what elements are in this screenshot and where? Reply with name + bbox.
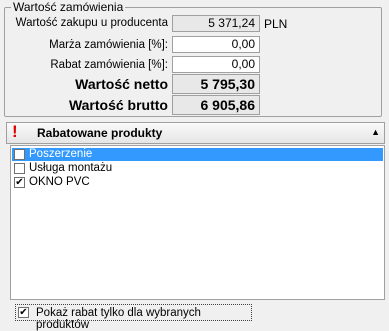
order-value-group-title: Wartość zamówienia: [11, 0, 126, 14]
discounted-products-list[interactable]: Poszerzenie Usługa montażu ✔ OKNO PVC: [10, 145, 385, 300]
purchase-value-field: 5 371,24: [172, 15, 260, 32]
discounted-products-title: Rabatowane produkty: [37, 126, 163, 140]
show-discount-only-selected-option[interactable]: ✔ Pokaż rabat tylko dla wybranych produk…: [15, 304, 252, 331]
list-item-usluga-montazu[interactable]: Usługa montażu: [12, 162, 383, 175]
exclamation-icon: !: [12, 122, 18, 141]
net-value-field: 5 795,30: [172, 74, 260, 94]
net-value-label: Wartość netto: [75, 76, 168, 92]
show-discount-only-selected-label: Pokaż rabat tylko dla wybranych produktó…: [36, 307, 201, 331]
list-item-label: Usługa montażu: [29, 162, 113, 174]
order-discount-label: Rabat zamówienia [%]:: [50, 59, 168, 71]
discounted-products-header[interactable]: ! Rabatowane produkty ▲: [6, 122, 385, 144]
order-discount-input[interactable]: 0,00: [172, 56, 260, 73]
gross-value-field: 6 905,86: [172, 95, 260, 115]
okno-pvc-checkbox[interactable]: ✔: [14, 177, 25, 188]
collapse-arrow-icon[interactable]: ▲: [371, 127, 380, 137]
purchase-value-label: Wartość zakupu u producenta: [15, 17, 168, 29]
list-item-okno-pvc[interactable]: ✔ OKNO PVC: [12, 176, 383, 189]
currency-label: PLN: [264, 17, 288, 31]
list-item-label: OKNO PVC: [29, 176, 90, 188]
order-margin-label: Marża zamówienia [%]:: [49, 39, 168, 51]
poszerzenie-checkbox[interactable]: [14, 149, 25, 160]
usluga-montazu-checkbox[interactable]: [14, 163, 25, 174]
gross-value-label: Wartość brutto: [68, 97, 168, 113]
order-margin-input[interactable]: 0,00: [172, 36, 260, 53]
list-item-label: Poszerzenie: [29, 148, 93, 160]
list-item-poszerzenie[interactable]: Poszerzenie: [12, 148, 383, 161]
show-discount-only-selected-checkbox[interactable]: ✔: [18, 307, 29, 318]
